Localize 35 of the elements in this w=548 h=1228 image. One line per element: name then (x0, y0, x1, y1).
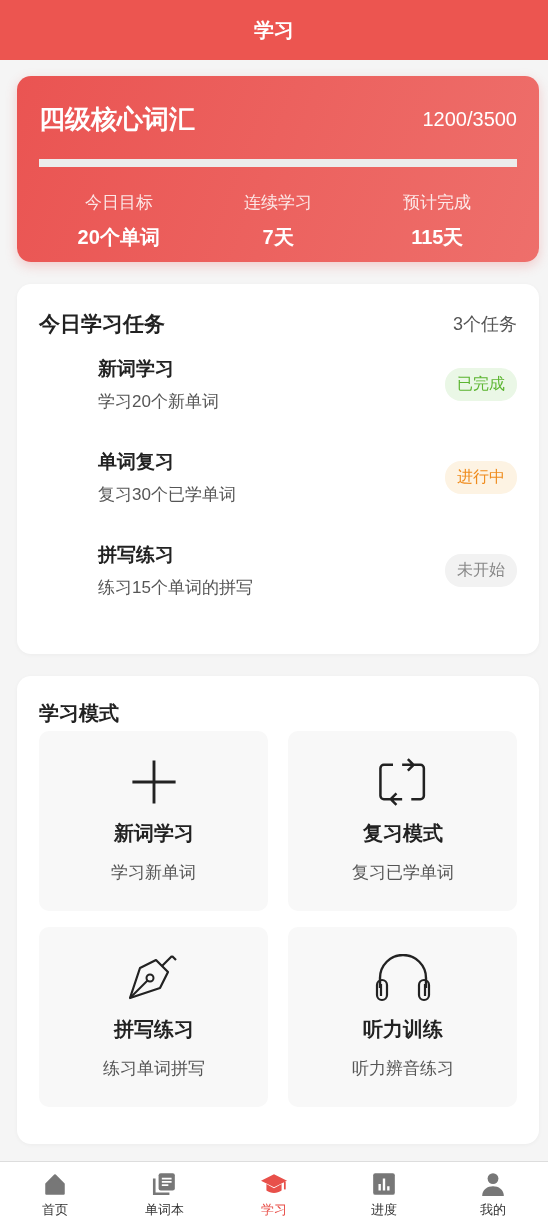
task-description: 学习20个新单词 (98, 391, 219, 413)
task-count: 3个任务 (453, 313, 517, 336)
stat-label: 连续学习 (244, 193, 312, 212)
status-badge: 未开始 (445, 554, 517, 587)
task-name: 新词学习 (98, 357, 174, 381)
page-title: 学习 (254, 17, 294, 43)
nav-tab[interactable]: 我的 (438, 1162, 548, 1228)
nav-tab[interactable]: 学习 (219, 1162, 329, 1228)
person-icon (480, 1171, 507, 1197)
status-badge: 已完成 (445, 368, 517, 401)
bar-chart-icon (370, 1171, 397, 1197)
task-description: 练习15个单词的拼写 (98, 577, 253, 599)
stat-label: 今日目标 (84, 193, 153, 212)
repeat-icon (377, 758, 428, 806)
book-list-icon (151, 1171, 178, 1197)
status-badge: 进行中 (445, 461, 517, 494)
book-title: 四级核心词汇 (39, 103, 195, 136)
nav-tab[interactable]: 首页 (0, 1162, 110, 1228)
progress-count: 1200/3500 (422, 108, 517, 131)
nav-tab[interactable]: 单词本 (109, 1162, 220, 1228)
mode-tile[interactable]: 拼写练习 练习单词拼写 (39, 927, 268, 1107)
stat-label: 预计完成 (403, 193, 472, 212)
plus-icon (129, 758, 178, 806)
section-title: 今日学习任务 (39, 311, 165, 337)
stat-value: 115天 (411, 225, 464, 250)
section-title: 学习模式 (39, 701, 120, 726)
stat-value: 7天 (262, 225, 294, 250)
mode-tile[interactable]: 复习模式 复习已学单词 (288, 731, 517, 911)
task-description: 复习30个已学单词 (98, 484, 236, 506)
mode-tile[interactable]: 听力训练 听力辨音练习 (288, 927, 517, 1107)
stat-value: 20个单词 (77, 225, 160, 250)
task-name: 拼写练习 (98, 543, 174, 567)
mode-tile[interactable]: 新词学习 学习新单词 (39, 731, 268, 911)
nav-tab[interactable]: 进度 (328, 1162, 439, 1228)
task-name: 单词复习 (98, 450, 174, 474)
